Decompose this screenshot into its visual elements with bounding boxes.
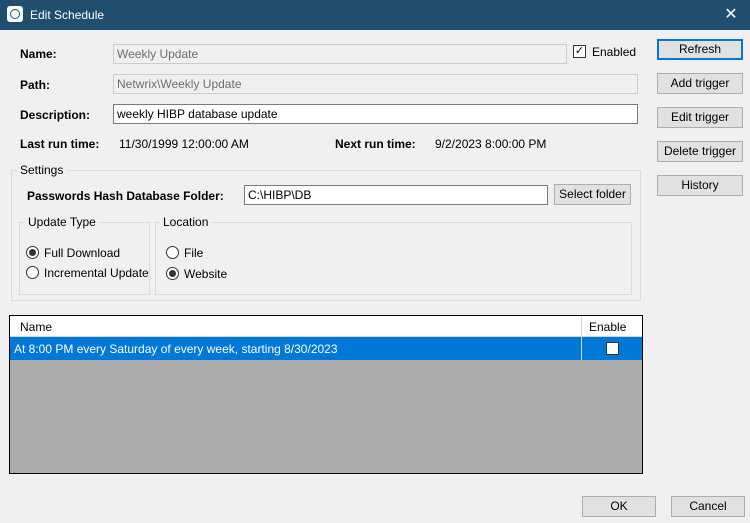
trigger-enable-checkbox[interactable]: ✓ — [606, 342, 619, 355]
ok-button[interactable]: OK — [582, 496, 656, 517]
full-download-radio[interactable] — [26, 246, 39, 259]
location-label: Location — [160, 215, 212, 229]
next-run-label: Next run time: — [335, 137, 416, 151]
name-field[interactable]: Weekly Update — [113, 44, 567, 64]
settings-group-label: Settings — [17, 163, 67, 177]
check-icon: ✓ — [607, 342, 618, 354]
enabled-label: Enabled — [592, 45, 637, 59]
column-divider — [581, 316, 582, 336]
path-field[interactable]: Netwrix\Weekly Update — [113, 74, 638, 94]
edit-trigger-button[interactable]: Edit trigger — [657, 107, 743, 128]
description-field[interactable]: weekly HIBP database update — [113, 104, 638, 124]
website-radio[interactable] — [166, 267, 179, 280]
refresh-button[interactable]: Refresh — [657, 39, 743, 60]
enabled-checkbox[interactable]: ✓ — [573, 45, 586, 58]
grid-header: Name Enable — [10, 316, 642, 337]
folder-label: Passwords Hash Database Folder: — [27, 189, 224, 203]
cancel-button[interactable]: Cancel — [671, 496, 745, 517]
incremental-update-label: Incremental Update — [44, 266, 149, 280]
check-icon: ✓ — [574, 45, 585, 57]
add-trigger-button[interactable]: Add trigger — [657, 73, 743, 94]
next-run-value: 9/2/2023 8:00:00 PM — [435, 137, 547, 151]
column-divider — [581, 337, 582, 360]
last-run-label: Last run time: — [20, 137, 100, 151]
history-button[interactable]: History — [657, 175, 743, 196]
column-header-enable[interactable]: Enable — [589, 320, 626, 334]
title-bar: Edit Schedule ✕ — [0, 0, 750, 30]
triggers-grid[interactable]: Name Enable At 8:00 PM every Saturday of… — [9, 315, 643, 474]
incremental-update-radio[interactable] — [26, 266, 39, 279]
file-label: File — [184, 246, 204, 260]
trigger-name-cell: At 8:00 PM every Saturday of every week,… — [14, 342, 338, 356]
website-label: Website — [184, 267, 228, 281]
path-label: Path: — [20, 78, 50, 92]
column-header-name[interactable]: Name — [20, 320, 52, 334]
description-label: Description: — [20, 108, 91, 122]
name-label: Name: — [20, 47, 57, 61]
window-title: Edit Schedule — [30, 8, 105, 22]
app-icon — [7, 6, 23, 22]
file-radio[interactable] — [166, 246, 179, 259]
last-run-value: 11/30/1999 12:00:00 AM — [119, 137, 249, 151]
close-icon[interactable]: ✕ — [712, 0, 750, 30]
update-type-label: Update Type — [25, 215, 99, 229]
full-download-label: Full Download — [44, 246, 121, 260]
delete-trigger-button[interactable]: Delete trigger — [657, 141, 743, 162]
table-row[interactable]: At 8:00 PM every Saturday of every week,… — [10, 337, 642, 360]
select-folder-button[interactable]: Select folder — [554, 184, 631, 205]
location-group — [155, 222, 632, 295]
folder-field[interactable]: C:\HIBP\DB — [244, 185, 548, 205]
